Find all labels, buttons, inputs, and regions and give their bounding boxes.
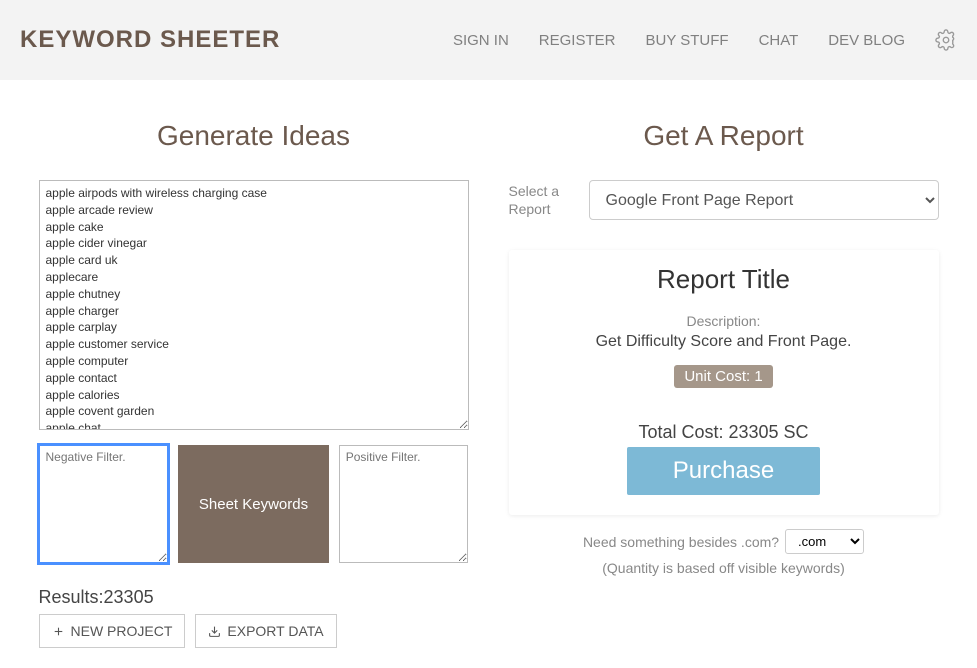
unit-cost-badge: Unit Cost: 1: [674, 365, 772, 388]
negative-filter-input[interactable]: [39, 445, 169, 563]
export-data-label: EXPORT DATA: [227, 623, 323, 639]
get-report-title: Get A Report: [509, 120, 939, 152]
gear-icon[interactable]: [935, 29, 957, 51]
new-project-label: NEW PROJECT: [71, 623, 173, 639]
description-label: Description:: [529, 313, 919, 329]
tld-question: Need something besides .com?: [583, 534, 779, 550]
nav-blog[interactable]: DEV BLOG: [828, 32, 905, 49]
download-icon: [208, 625, 221, 638]
positive-filter-input[interactable]: [339, 445, 469, 563]
generate-ideas-panel: Generate Ideas Sheet Keywords Results:23…: [39, 120, 469, 648]
new-project-button[interactable]: NEW PROJECT: [39, 614, 186, 648]
sheet-keywords-button[interactable]: Sheet Keywords: [178, 445, 328, 563]
keywords-textarea[interactable]: [39, 180, 469, 430]
report-select[interactable]: Google Front Page Report: [589, 180, 939, 220]
filter-row: Sheet Keywords: [39, 445, 469, 563]
results-count: 23305: [104, 587, 154, 607]
footer-note: Need something besides .com? .com (Quant…: [509, 529, 939, 576]
plus-icon: [52, 625, 65, 638]
main-container: Generate Ideas Sheet Keywords Results:23…: [19, 80, 959, 668]
results-line: Results:23305: [39, 587, 469, 608]
tld-line: Need something besides .com? .com: [509, 529, 939, 554]
nav-register[interactable]: REGISTER: [539, 32, 616, 49]
nav: SIGN IN REGISTER BUY STUFF CHAT DEV BLOG: [453, 29, 957, 51]
nav-signin[interactable]: SIGN IN: [453, 32, 509, 49]
report-card-title: Report Title: [529, 264, 919, 295]
results-label: Results:: [39, 587, 104, 607]
report-card: Report Title Description: Get Difficulty…: [509, 250, 939, 515]
report-select-row: Select a Report Google Front Page Report: [509, 180, 939, 220]
header: KEYWORD SHEETER SIGN IN REGISTER BUY STU…: [0, 0, 977, 80]
action-buttons: NEW PROJECT EXPORT DATA: [39, 614, 469, 648]
description-text: Get Difficulty Score and Front Page.: [529, 333, 919, 351]
generate-ideas-title: Generate Ideas: [39, 120, 469, 152]
total-cost: Total Cost: 23305 SC: [529, 422, 919, 443]
purchase-button[interactable]: Purchase: [627, 447, 820, 495]
get-report-panel: Get A Report Select a Report Google Fron…: [509, 120, 939, 648]
tld-select[interactable]: .com: [785, 529, 864, 554]
select-report-label: Select a Report: [509, 182, 569, 218]
export-data-button[interactable]: EXPORT DATA: [195, 614, 336, 648]
nav-buy[interactable]: BUY STUFF: [645, 32, 728, 49]
quantity-note: (Quantity is based off visible keywords): [509, 560, 939, 576]
brand-logo[interactable]: KEYWORD SHEETER: [20, 26, 280, 54]
nav-chat[interactable]: CHAT: [759, 32, 799, 49]
